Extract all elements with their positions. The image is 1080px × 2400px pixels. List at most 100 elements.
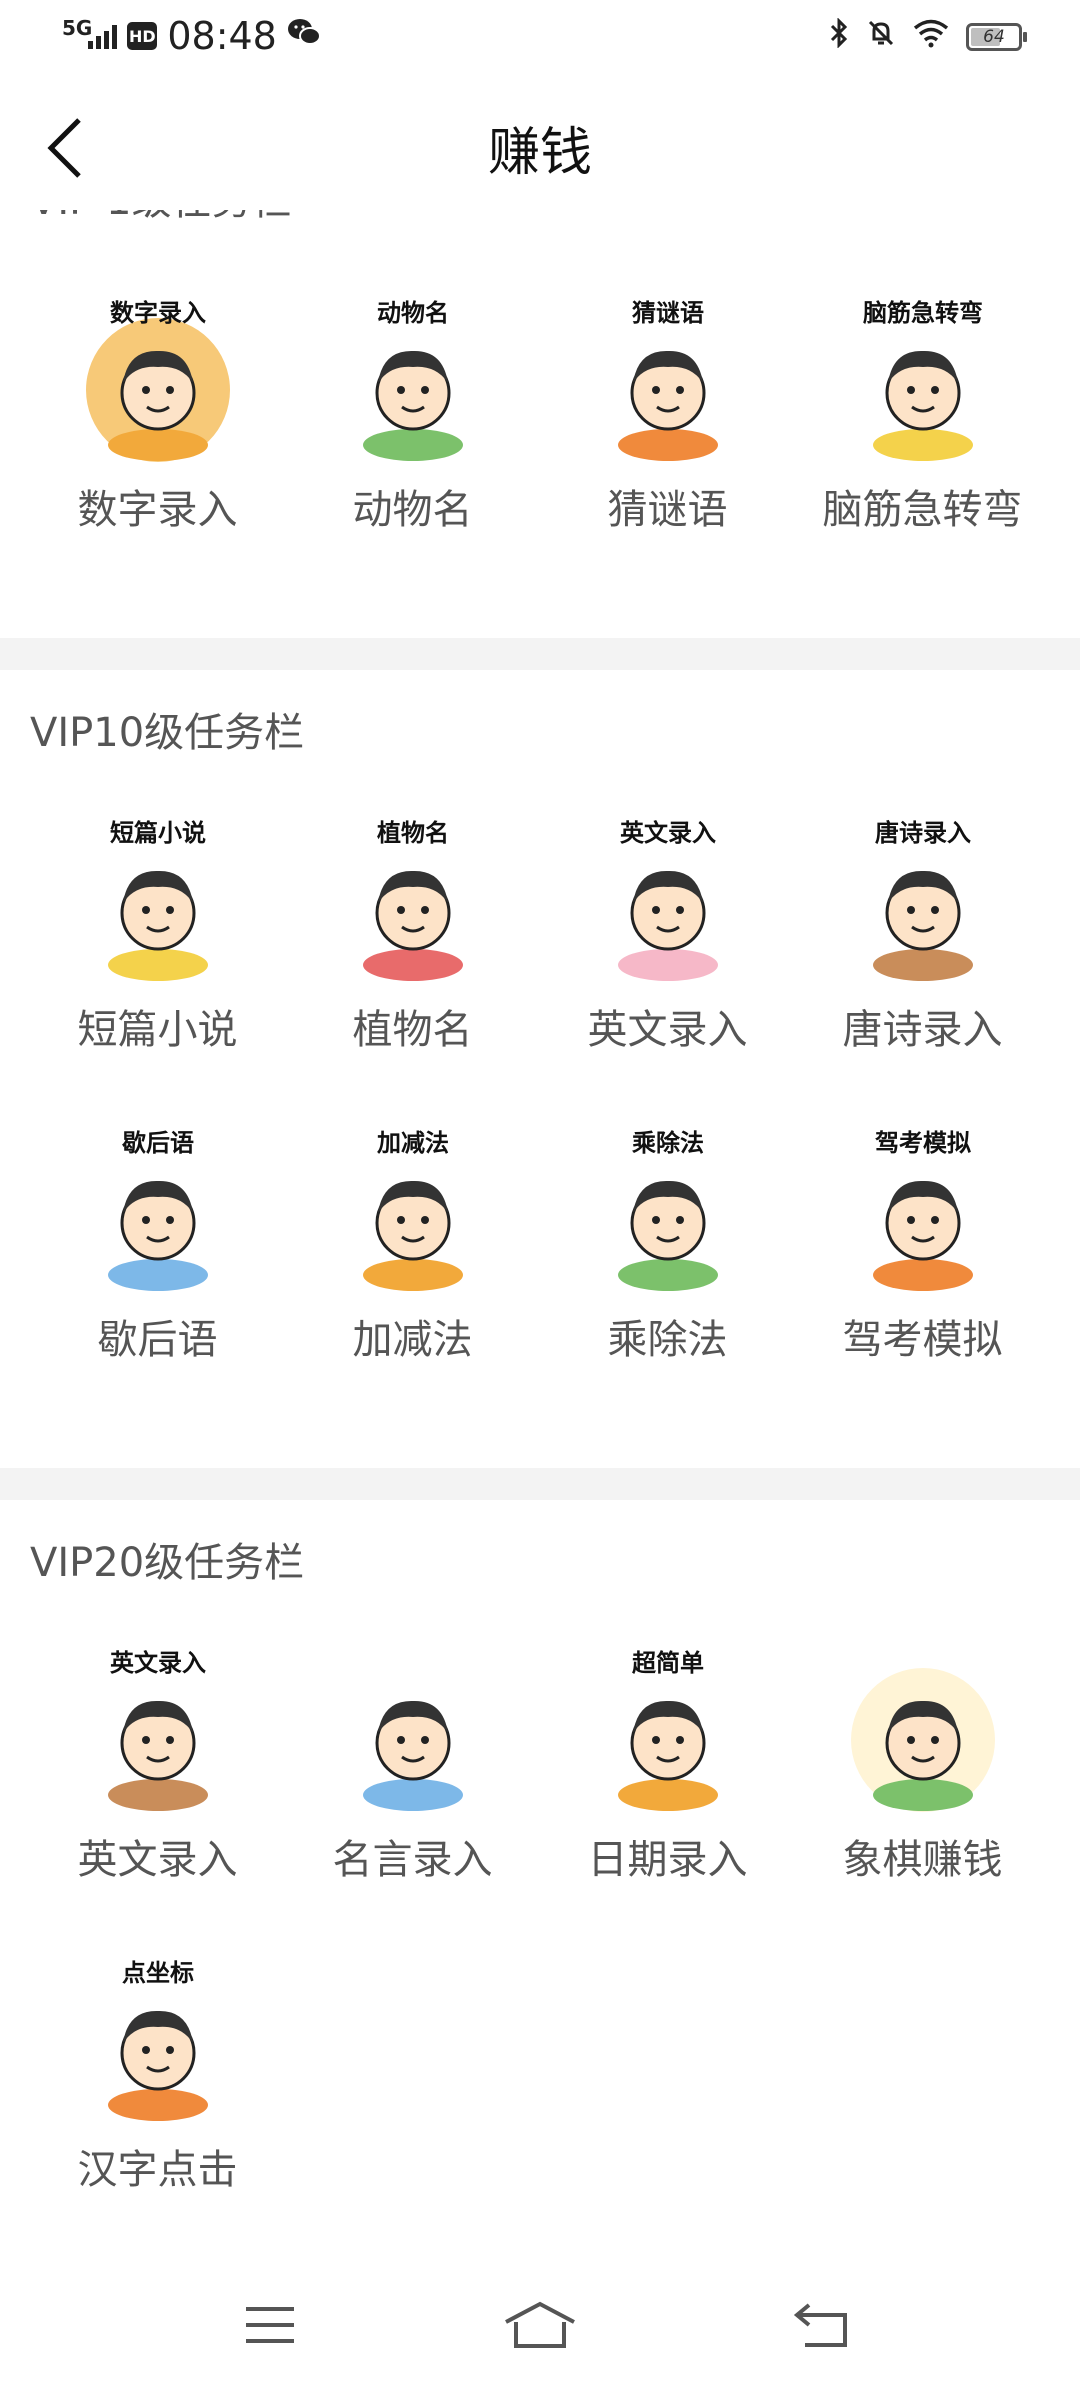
section-divider (0, 638, 1080, 670)
task-label: 植物名 (352, 1007, 473, 1053)
icon-caption: 短篇小说 (110, 819, 206, 847)
cat-icon: 歇后语 (85, 1129, 230, 1292)
task-list[interactable]: VIP 1级任务栏 数字录入数字录入动物名动物名猜谜语猜谜语脑筋急转弯脑筋急转弯… (0, 190, 1080, 2250)
task-icon: 驾考模拟 (838, 1125, 1008, 1295)
task-label: 汉字点击 (77, 2147, 238, 2193)
task-icon: 植物名 (328, 815, 498, 985)
task-label: 名言录入 (332, 1837, 493, 1883)
task-item[interactable]: 乘除法 乘除法 (540, 1125, 795, 1385)
english-entry-icon: 英文录入 (595, 819, 740, 982)
task-label: 歇后语 (97, 1317, 218, 1363)
date-entry-icon: 超简单 (595, 1649, 740, 1812)
task-label: 驾考模拟 (842, 1317, 1003, 1363)
task-icon (838, 1645, 1008, 1815)
task-item[interactable]: 歇后语 歇后语 (30, 1125, 285, 1385)
task-item[interactable]: 数字录入 数字录入 (30, 295, 285, 555)
task-item[interactable]: 驾考模拟 驾考模拟 (795, 1125, 1050, 1385)
task-item[interactable]: 脑筋急转弯 脑筋急转弯 (795, 295, 1050, 555)
riddle-icon: 猜谜语 (595, 299, 740, 462)
tiger-icon: 加减法 (340, 1129, 485, 1292)
task-icon: 英文录入 (73, 1645, 243, 1815)
task-icon: 唐诗录入 (838, 815, 1008, 985)
task-label: 脑筋急转弯 (822, 487, 1023, 533)
task-label: 唐诗录入 (842, 1007, 1003, 1053)
goose-rider-icon: 驾考模拟 (850, 1129, 995, 1292)
icon-caption: 猜谜语 (631, 299, 704, 327)
task-label: 数字录入 (77, 487, 238, 533)
icon-caption: 驾考模拟 (875, 1129, 971, 1157)
task-icon: 动物名 (328, 295, 498, 465)
task-icon: 歇后语 (73, 1125, 243, 1295)
wifi-icon (912, 18, 950, 56)
task-label: 象棋赚钱 (842, 1837, 1003, 1883)
bluetooth-icon (828, 17, 850, 56)
short-story-icon: 短篇小说 (85, 819, 230, 982)
task-label: 动物名 (352, 487, 473, 533)
chick-icon: 乘除法 (595, 1129, 740, 1292)
icon-caption: 点坐标 (122, 1959, 194, 1987)
task-item[interactable]: 象棋赚钱 (795, 1645, 1050, 1905)
home-button[interactable] (495, 2285, 585, 2365)
mute-bell-icon (866, 18, 896, 56)
status-right: 64 (828, 17, 1027, 56)
icon-caption: 数字录入 (110, 299, 206, 327)
signal-icon (88, 23, 118, 49)
section-title-vip20: VIP20级任务栏 (30, 1540, 305, 1586)
number-entry-icon: 数字录入 (85, 299, 230, 462)
status-bar: 5G HD 08:48 64 (0, 0, 1080, 80)
lotus-icon: 植物名 (340, 819, 485, 982)
app-header: 赚钱 (0, 80, 1080, 210)
frog-icon: 动物名 (340, 299, 485, 462)
task-item[interactable]: 植物名 植物名 (285, 815, 540, 1075)
icon-caption: 歇后语 (121, 1129, 194, 1157)
task-item[interactable]: 唐诗录入 唐诗录入 (795, 815, 1050, 1075)
task-icon: 猜谜语 (583, 295, 753, 465)
task-item[interactable]: 猜谜语 猜谜语 (540, 295, 795, 555)
task-icon: 点坐标 (73, 1955, 243, 2125)
task-icon: 超简单 (583, 1645, 753, 1815)
task-item[interactable]: 加减法 加减法 (285, 1125, 540, 1385)
task-icon: 乘除法 (583, 1125, 753, 1295)
monk-icon (850, 1668, 995, 1812)
task-label: 英文录入 (587, 1007, 748, 1053)
task-icon (328, 1645, 498, 1815)
poem-entry-icon: 唐诗录入 (850, 819, 995, 982)
status-left: 5G HD 08:48 (62, 14, 321, 58)
girl-english-icon: 英文录入 (85, 1649, 230, 1812)
task-icon: 短篇小说 (73, 815, 243, 985)
task-item[interactable]: 短篇小说 短篇小说 (30, 815, 285, 1075)
icon-caption: 乘除法 (631, 1129, 704, 1157)
menu-icon (246, 2307, 294, 2343)
task-label: 猜谜语 (607, 487, 728, 533)
task-label: 短篇小说 (77, 1007, 238, 1053)
page-title: 赚钱 (487, 123, 592, 183)
task-label: 加减法 (352, 1317, 473, 1363)
icon-caption: 动物名 (377, 299, 449, 327)
back-arrow-icon (793, 2303, 847, 2347)
brain-teaser-icon: 脑筋急转弯 (850, 299, 995, 462)
task-item[interactable]: 超简单 日期录入 (540, 1645, 795, 1905)
section-title-vip10: VIP10级任务栏 (30, 710, 305, 756)
back-nav-button[interactable] (778, 2285, 868, 2365)
home-icon (505, 2301, 575, 2348)
task-label: 乘除法 (607, 1317, 728, 1363)
task-item[interactable]: 英文录入 英文录入 (30, 1645, 285, 1905)
icon-caption: 植物名 (377, 819, 449, 847)
task-item[interactable]: 英文录入 英文录入 (540, 815, 795, 1075)
clock: 08:48 (167, 14, 277, 58)
system-nav-bar (0, 2250, 1080, 2400)
section-divider (0, 1468, 1080, 1500)
task-item[interactable]: 动物名 动物名 (285, 295, 540, 555)
icon-caption: 脑筋急转弯 (862, 299, 983, 327)
task-label: 日期录入 (587, 1837, 748, 1883)
task-icon: 脑筋急转弯 (838, 295, 1008, 465)
battery-level: 64 (983, 27, 1005, 47)
menu-button[interactable] (225, 2285, 315, 2365)
task-icon: 加减法 (328, 1125, 498, 1295)
task-icon: 数字录入 (73, 295, 243, 465)
wechat-icon (287, 17, 321, 55)
task-item[interactable]: 点坐标 汉字点击 (30, 1955, 285, 2215)
icon-caption: 英文录入 (110, 1649, 206, 1677)
task-label: 英文录入 (77, 1837, 238, 1883)
task-item[interactable]: 名言录入 (285, 1645, 540, 1905)
